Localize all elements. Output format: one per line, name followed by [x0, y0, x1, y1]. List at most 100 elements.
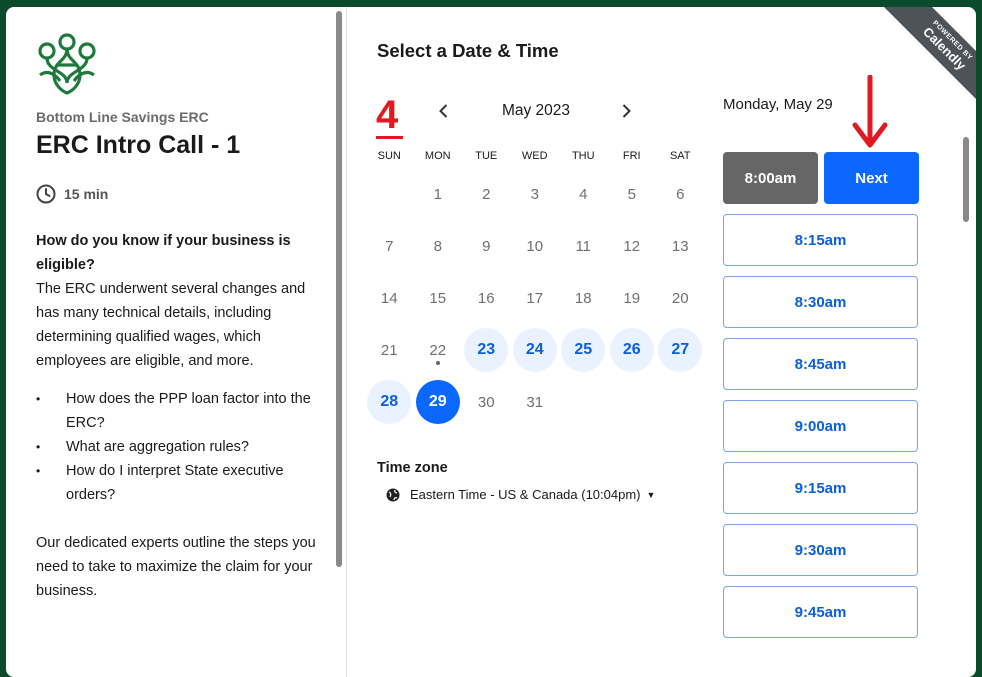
- event-details-panel: Bottom Line Savings ERC ERC Intro Call -…: [6, 7, 347, 677]
- next-month-button[interactable]: [616, 101, 636, 121]
- description-question: How do you know if your business is elig…: [36, 233, 291, 273]
- calendar-day-22: 22: [414, 324, 463, 376]
- left-panel-scrollbar[interactable]: [336, 11, 342, 567]
- weekday-label: MON: [424, 150, 451, 162]
- day-number: 3: [530, 185, 539, 203]
- day-number: 31: [526, 393, 544, 411]
- day-number: [610, 380, 654, 424]
- timezone-selector[interactable]: Eastern Time - US & Canada (10:04pm) ▼: [386, 487, 655, 502]
- calendar-day-13: 13: [656, 220, 705, 272]
- scheduler-heading: Select a Date & Time: [377, 40, 559, 61]
- calendar-day-28[interactable]: 28: [365, 376, 414, 428]
- time-slot-button[interactable]: 8:30am: [723, 276, 918, 328]
- day-number: 18: [574, 289, 592, 307]
- calendar-day-7: 7: [365, 220, 414, 272]
- powered-by-calendly-badge[interactable]: POWERED BY Calendly: [872, 7, 976, 113]
- day-number: 16: [477, 289, 495, 307]
- calendar-day-15: 15: [414, 272, 463, 324]
- calendar-day-2: 2: [462, 168, 511, 220]
- calendar-day-18: 18: [559, 272, 608, 324]
- time-slots-scrollbar[interactable]: [963, 137, 969, 222]
- selected-time-button[interactable]: 8:00am: [723, 152, 818, 204]
- calendar-weeks: 1 2 3 4 5 6 7 8 9 10 11 12 13 14 15 16 17 18 19 20 21 22 23 24 2…: [365, 168, 715, 428]
- day-number: 10: [526, 237, 544, 255]
- globe-icon: [386, 488, 400, 501]
- next-button[interactable]: Next: [824, 152, 919, 204]
- calendar-week-row: 1 2 3 4 5 6: [365, 168, 715, 220]
- time-slot-button[interactable]: 9:15am: [723, 462, 918, 514]
- calendar-day-9: 9: [462, 220, 511, 272]
- day-number: 25: [561, 328, 606, 372]
- description-bullets: How does the PPP loan factor into the ER…: [36, 387, 316, 507]
- chevron-right-icon: [622, 104, 631, 118]
- event-title: ERC Intro Call - 1: [36, 131, 241, 159]
- previous-month-button[interactable]: [434, 101, 454, 121]
- day-number: 27: [658, 328, 703, 372]
- day-number: 2: [482, 185, 491, 203]
- calendar-day-14: 14: [365, 272, 414, 324]
- calendar-grid: SUN MON TUE WED THU FRI SAT 1 2 3 4 5 6 7 8 9 10 1…: [365, 150, 715, 428]
- time-slot-button[interactable]: 8:15am: [723, 214, 918, 266]
- calendar-week-row: 28 29 30 31: [365, 376, 715, 428]
- day-number: 13: [671, 237, 689, 255]
- calendar-day-29[interactable]: 29: [414, 376, 463, 428]
- day-number: 20: [671, 289, 689, 307]
- today-indicator-dot: [435, 361, 440, 365]
- weekday-label: THU: [571, 150, 595, 162]
- time-slot-button[interactable]: 8:45am: [723, 338, 918, 390]
- step-annotation: 4: [376, 93, 399, 137]
- calendar-day-23[interactable]: 23: [462, 324, 511, 376]
- event-description: How do you know if your business is elig…: [36, 229, 316, 603]
- day-number: [561, 380, 605, 424]
- organizer-name: Bottom Line Savings ERC: [36, 109, 209, 125]
- calendar-day-25[interactable]: 25: [559, 324, 608, 376]
- chevron-left-icon: [439, 104, 448, 118]
- selected-date-label: Monday, May 29: [723, 96, 833, 113]
- clock-icon: [36, 184, 56, 204]
- calendar-day-10: 10: [511, 220, 560, 272]
- time-slot-button[interactable]: 9:00am: [723, 400, 918, 452]
- weekday-label: SAT: [669, 150, 691, 162]
- caret-down-icon: ▼: [646, 489, 656, 500]
- day-number: 23: [464, 328, 509, 372]
- calendar-day-4: 4: [559, 168, 608, 220]
- weekday-header: SUN MON TUE WED THU FRI SAT: [365, 150, 715, 168]
- calendar-day-17: 17: [511, 272, 560, 324]
- calendar-day-30: 30: [462, 376, 511, 428]
- timezone-label: Time zone: [377, 460, 448, 476]
- time-slot-button[interactable]: 9:30am: [723, 524, 918, 576]
- day-number: 17: [526, 289, 544, 307]
- calendar-week-row: 14 15 16 17 18 19 20: [365, 272, 715, 324]
- day-number: 28: [367, 380, 412, 424]
- calendar-day-27[interactable]: 27: [656, 324, 705, 376]
- month-label: May 2023: [501, 102, 571, 119]
- day-number: 29: [415, 380, 460, 424]
- weekday-label: WED: [521, 150, 548, 162]
- calendar-day-31: 31: [511, 376, 560, 428]
- calendar-day-empty: [608, 376, 657, 428]
- calendar-day-20: 20: [656, 272, 705, 324]
- day-number: [658, 380, 702, 424]
- day-number: 11: [575, 237, 592, 255]
- day-number: 7: [385, 237, 394, 255]
- day-number: 15: [429, 289, 447, 307]
- time-slot-button[interactable]: 9:45am: [723, 586, 918, 638]
- calendar-day-12: 12: [608, 220, 657, 272]
- description-body: The ERC underwent several changes and ha…: [36, 281, 306, 369]
- day-number: 24: [512, 328, 557, 372]
- day-number: 14: [380, 289, 398, 307]
- bullet-item: What are aggregation rules?: [36, 435, 316, 459]
- calendar-day-empty: [656, 376, 705, 428]
- day-number: 9: [482, 237, 491, 255]
- calendar-day-1: 1: [414, 168, 463, 220]
- timezone-value: Eastern Time - US & Canada (10:04pm): [410, 487, 641, 502]
- description-closing: Our dedicated experts outline the steps …: [36, 535, 316, 599]
- calendar-day-24[interactable]: 24: [511, 324, 560, 376]
- day-number: 22: [429, 341, 447, 359]
- day-number: [367, 172, 411, 216]
- calendar-day-5: 5: [608, 168, 657, 220]
- bullet-item: How does the PPP loan factor into the ER…: [36, 387, 316, 435]
- day-number: 21: [380, 341, 398, 359]
- step-annotation-underline: [376, 136, 403, 139]
- calendar-day-26[interactable]: 26: [608, 324, 657, 376]
